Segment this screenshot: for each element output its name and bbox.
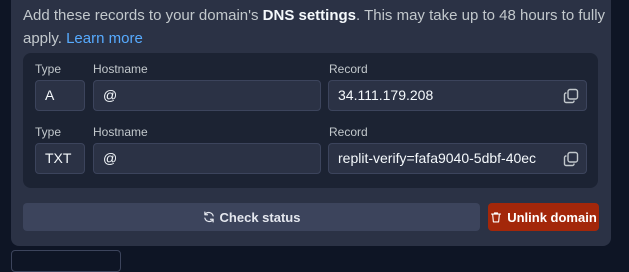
dns-records-table: Type Hostname Record A @ 34.111.179.208 …: [23, 53, 598, 188]
unlink-domain-label: Unlink domain: [507, 209, 597, 225]
record-column-label: Record: [329, 125, 368, 139]
check-status-label: Check status: [219, 209, 301, 225]
refresh-icon: [203, 211, 214, 223]
type-column-label: Type: [35, 125, 62, 139]
hostname-column-label: Hostname: [93, 62, 148, 76]
intro-prefix: Add these records to your domain's: [23, 7, 263, 24]
record-value-text: replit-verify=fafa9040-5dbf-40ec: [338, 150, 537, 166]
copy-icon[interactable]: [563, 88, 579, 104]
check-status-button[interactable]: Check status: [23, 203, 480, 231]
intro-emphasis: DNS settings: [262, 7, 357, 24]
record-column-label: Record: [329, 62, 368, 76]
record-value-field[interactable]: 34.111.179.208: [328, 80, 587, 111]
unlink-domain-button[interactable]: Unlink domain: [488, 203, 599, 231]
next-section-button[interactable]: [11, 250, 121, 272]
record-value-field[interactable]: replit-verify=fafa9040-5dbf-40ec: [328, 143, 587, 174]
dns-intro-text: Add these records to your domain's DNS s…: [23, 4, 608, 50]
copy-icon[interactable]: [563, 151, 579, 167]
record-value-text: 34.111.179.208: [338, 87, 434, 103]
type-column-label: Type: [35, 62, 62, 76]
record-type-field[interactable]: TXT: [35, 143, 85, 174]
hostname-field[interactable]: @: [93, 80, 321, 111]
learn-more-link[interactable]: Learn more: [66, 30, 143, 47]
hostname-column-label: Hostname: [93, 125, 148, 139]
trash-icon: [491, 212, 502, 223]
hostname-field[interactable]: @: [93, 143, 321, 174]
record-type-field[interactable]: A: [35, 80, 85, 111]
